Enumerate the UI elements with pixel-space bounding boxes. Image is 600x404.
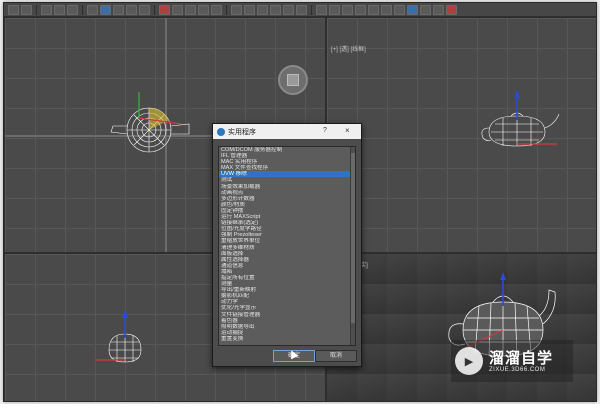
select-manipulate-icon[interactable] bbox=[231, 4, 242, 15]
app-window: [+] [透] [线框] 实用程序 ? × COM/DCOM 服务器控制 IFL… bbox=[3, 2, 597, 402]
toolbar-separator bbox=[82, 4, 83, 15]
close-button[interactable]: × bbox=[345, 126, 350, 135]
watermark-title: 溜溜自学 bbox=[489, 349, 554, 367]
scrollbar-thumb[interactable] bbox=[351, 153, 355, 323]
utilities-list[interactable]: COM/DCOM 服务器控制 IFL 管理器 MAC 实用程序 MAX 文件查找程序 U… bbox=[218, 146, 356, 346]
scale-icon[interactable] bbox=[185, 4, 196, 15]
keyboard-shortcut-icon[interactable] bbox=[244, 4, 255, 15]
cancel-button[interactable]: 取消 bbox=[315, 350, 357, 362]
spinner-snap-icon[interactable] bbox=[296, 4, 307, 15]
select-object-icon[interactable] bbox=[100, 4, 111, 15]
material-editor-icon[interactable] bbox=[407, 4, 418, 15]
toolbar-separator bbox=[226, 4, 227, 15]
unlink-icon[interactable] bbox=[54, 4, 65, 15]
selection-region-icon[interactable] bbox=[126, 4, 137, 15]
layer-manager-icon[interactable] bbox=[355, 4, 366, 15]
bind-icon[interactable] bbox=[67, 4, 78, 15]
select-by-name-icon[interactable] bbox=[113, 4, 124, 15]
render-frame-icon[interactable] bbox=[433, 4, 444, 15]
align-icon[interactable] bbox=[342, 4, 353, 15]
viewcube[interactable] bbox=[278, 65, 308, 95]
teapot-left-view[interactable] bbox=[89, 310, 189, 370]
snaps-toggle-icon[interactable] bbox=[257, 4, 268, 15]
schematic-view-icon[interactable] bbox=[394, 4, 405, 15]
pivot-center-icon[interactable] bbox=[211, 4, 222, 15]
mirror-icon[interactable] bbox=[329, 4, 340, 15]
window-crossing-icon[interactable] bbox=[139, 4, 150, 15]
watermark-url: ZIXUE.3D66.COM bbox=[489, 366, 546, 373]
render-setup-icon[interactable] bbox=[420, 4, 431, 15]
help-button[interactable]: ? bbox=[323, 127, 327, 134]
viewcube-face[interactable] bbox=[287, 74, 299, 86]
coordinate-system-icon[interactable] bbox=[198, 4, 209, 15]
viewport-label[interactable]: [+] [透] [线框] bbox=[331, 44, 366, 53]
toolbar-separator bbox=[154, 4, 155, 15]
main-toolbar bbox=[4, 3, 596, 17]
graphite-icon[interactable] bbox=[368, 4, 379, 15]
filter-icon[interactable] bbox=[87, 4, 98, 15]
rotate-icon[interactable] bbox=[172, 4, 183, 15]
render-icon[interactable] bbox=[446, 4, 457, 15]
curve-editor-icon[interactable] bbox=[381, 4, 392, 15]
undo-icon[interactable] bbox=[8, 4, 19, 15]
play-logo-icon: ▶ bbox=[455, 347, 483, 375]
utilities-list-items: COM/DCOM 服务器控制 IFL 管理器 MAC 实用程序 MAX 文件查找程序 U… bbox=[219, 147, 355, 342]
named-selection-icon[interactable] bbox=[316, 4, 327, 15]
viewport-front[interactable]: [+] [透] [线框] bbox=[326, 17, 596, 253]
list-item[interactable]: 重置变换 bbox=[219, 336, 355, 342]
percent-snap-icon[interactable] bbox=[283, 4, 294, 15]
toolbar-separator bbox=[311, 4, 312, 15]
dialog-title: 实用程序 bbox=[228, 128, 256, 136]
dialog-titlebar[interactable]: 实用程序 bbox=[213, 124, 361, 139]
redo-icon[interactable] bbox=[21, 4, 32, 15]
list-scrollbar[interactable] bbox=[350, 147, 355, 345]
teapot-top-view[interactable] bbox=[101, 78, 201, 158]
toolbar-separator bbox=[36, 4, 37, 15]
utilities-dialog: 实用程序 ? × COM/DCOM 服务器控制 IFL 管理器 MAC 实用程序 MA… bbox=[212, 123, 362, 367]
app-logo-icon bbox=[217, 127, 225, 136]
link-icon[interactable] bbox=[41, 4, 52, 15]
teapot-front-view[interactable] bbox=[475, 88, 575, 168]
watermark: ▶ 溜溜自学 ZIXUE.3D66.COM bbox=[451, 340, 573, 382]
move-icon[interactable] bbox=[159, 4, 170, 15]
angle-snap-icon[interactable] bbox=[270, 4, 281, 15]
